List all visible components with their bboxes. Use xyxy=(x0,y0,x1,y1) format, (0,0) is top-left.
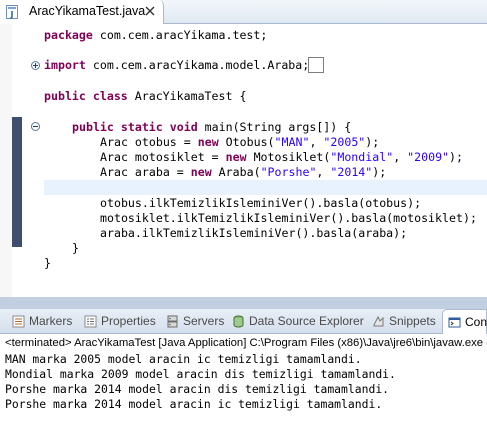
statement-end: ); xyxy=(372,165,387,179)
servers-icon xyxy=(167,315,178,328)
code-line-class-declaration[interactable]: public class AracYikamaTest { xyxy=(44,89,246,104)
tab-data-source-explorer-label: Data Source Explorer xyxy=(249,314,364,328)
keyword-class: class xyxy=(92,89,128,103)
constructor-text: Araba( xyxy=(211,165,261,179)
keyword-import: import xyxy=(44,58,86,72)
console-view[interactable]: <terminated> AracYikamaTest [Java Applic… xyxy=(0,334,487,427)
keyword-package: package xyxy=(44,28,93,42)
views-tab-bar: Markers Properties Servers Data Source E… xyxy=(0,309,487,334)
keyword-public: public xyxy=(72,120,114,134)
java-file-icon: J xyxy=(6,5,18,19)
code-line-close-class[interactable]: } xyxy=(44,256,51,271)
editor-tab-aracyikamatest[interactable]: J AracYikamaTest.java xyxy=(0,0,164,24)
keyword-void: void xyxy=(169,120,198,134)
editor-tab-bar: J AracYikamaTest.java xyxy=(0,0,487,24)
keyword-new: new xyxy=(190,165,212,179)
import-name: com.cem.aracYikama.model.Araba; xyxy=(85,58,310,72)
keyword-new: new xyxy=(225,150,247,164)
editor-tab-title: AracYikamaTest.java xyxy=(29,4,146,18)
current-line-highlight xyxy=(44,180,487,195)
close-icon[interactable] xyxy=(145,6,155,16)
keyword-public: public xyxy=(44,89,86,103)
panel-divider[interactable] xyxy=(0,297,487,309)
separator-text: , xyxy=(393,150,408,164)
string-literal: "Mondial" xyxy=(330,150,394,164)
package-name: com.cem.aracYikama.test; xyxy=(92,28,268,42)
method-signature: main(String args[]) { xyxy=(197,120,352,134)
console-output-line[interactable]: Porshe marka 2014 model aracin ic temizl… xyxy=(5,397,382,411)
tab-servers-label: Servers xyxy=(183,314,225,328)
code-line-motosiklet[interactable]: Arac motosiklet = new Motosiklet("Mondia… xyxy=(100,150,463,165)
eclipse-window: J AracYikamaTest.java package com.cem.ar… xyxy=(0,0,487,427)
tab-servers[interactable]: Servers xyxy=(166,314,224,330)
statement-end: ); xyxy=(365,135,380,149)
keyword-new: new xyxy=(197,135,219,149)
current-method-range-marker xyxy=(12,117,22,247)
console-output-line[interactable]: MAN marka 2005 model aracin ic temizligi… xyxy=(5,352,362,366)
console-icon xyxy=(448,317,461,328)
console-output-line[interactable]: Mondial marka 2009 model aracin dis temi… xyxy=(5,367,396,381)
class-name: AracYikamaTest { xyxy=(127,89,247,103)
tab-snippets-label: Snippets xyxy=(389,314,436,328)
tab-data-source-explorer[interactable]: Data Source Explorer xyxy=(232,314,364,330)
string-literal: "MAN" xyxy=(274,135,310,149)
tab-markers-label: Markers xyxy=(29,314,73,328)
expand-fold-icon[interactable] xyxy=(31,61,40,70)
code-line-package[interactable]: package com.cem.aracYikama.test; xyxy=(44,28,267,43)
separator-text: , xyxy=(309,135,324,149)
console-process-status: <terminated> AracYikamaTest [Java Applic… xyxy=(5,337,487,349)
declaration-text: Arac otobus = xyxy=(100,135,198,149)
tab-markers[interactable]: Markers xyxy=(12,314,78,330)
constructor-text: Motosiklet( xyxy=(246,150,331,164)
tab-properties[interactable]: Properties xyxy=(84,314,164,330)
tab-console-label: Con xyxy=(465,315,487,329)
svg-text:J: J xyxy=(10,10,14,19)
string-literal: "Porshe" xyxy=(260,165,317,179)
folded-imports-marker[interactable] xyxy=(308,57,325,73)
code-line-call-motosiklet[interactable]: motosiklet.ilkTemizlikIsleminiVer().basl… xyxy=(100,211,477,226)
code-line-call-otobus[interactable]: otobus.ilkTemizlikIsleminiVer().basla(ot… xyxy=(100,196,421,211)
tab-properties-label: Properties xyxy=(101,314,156,328)
code-line-close-method[interactable]: } xyxy=(72,241,79,256)
tab-console[interactable]: Con xyxy=(442,309,487,334)
markers-icon xyxy=(12,315,25,328)
declaration-text: Arac motosiklet = xyxy=(100,150,226,164)
code-line-main-declaration[interactable]: public static void main(String args[]) { xyxy=(72,120,351,135)
folding-gutter xyxy=(22,24,44,297)
code-line-otobus[interactable]: Arac otobus = new Otobus("MAN", "2005"); xyxy=(100,135,379,150)
string-literal: "2009" xyxy=(407,150,450,164)
console-output-line[interactable]: Porshe marka 2014 model aracin dis temiz… xyxy=(5,382,389,396)
code-line-import[interactable]: import com.cem.aracYikama.model.Araba; xyxy=(44,57,325,73)
statement-end: ); xyxy=(449,150,464,164)
separator-text: , xyxy=(316,165,331,179)
snippets-icon xyxy=(373,315,384,327)
code-line-call-araba[interactable]: araba.ilkTemizlikIsleminiVer().basla(ara… xyxy=(100,226,407,241)
tab-snippets[interactable]: Snippets xyxy=(372,314,438,330)
string-literal: "2014" xyxy=(330,165,373,179)
properties-icon xyxy=(84,315,97,328)
declaration-text: Arac araba = xyxy=(100,165,191,179)
code-line-araba[interactable]: Arac araba = new Araba("Porshe", "2014")… xyxy=(100,165,386,180)
data-source-icon xyxy=(233,315,244,328)
collapse-fold-icon[interactable] xyxy=(31,122,40,131)
string-literal: "2005" xyxy=(323,135,366,149)
vertical-ruler xyxy=(0,24,12,297)
keyword-static: static xyxy=(120,120,163,134)
constructor-text: Otobus( xyxy=(218,135,275,149)
java-editor[interactable]: package com.cem.aracYikama.test; import … xyxy=(0,24,487,314)
